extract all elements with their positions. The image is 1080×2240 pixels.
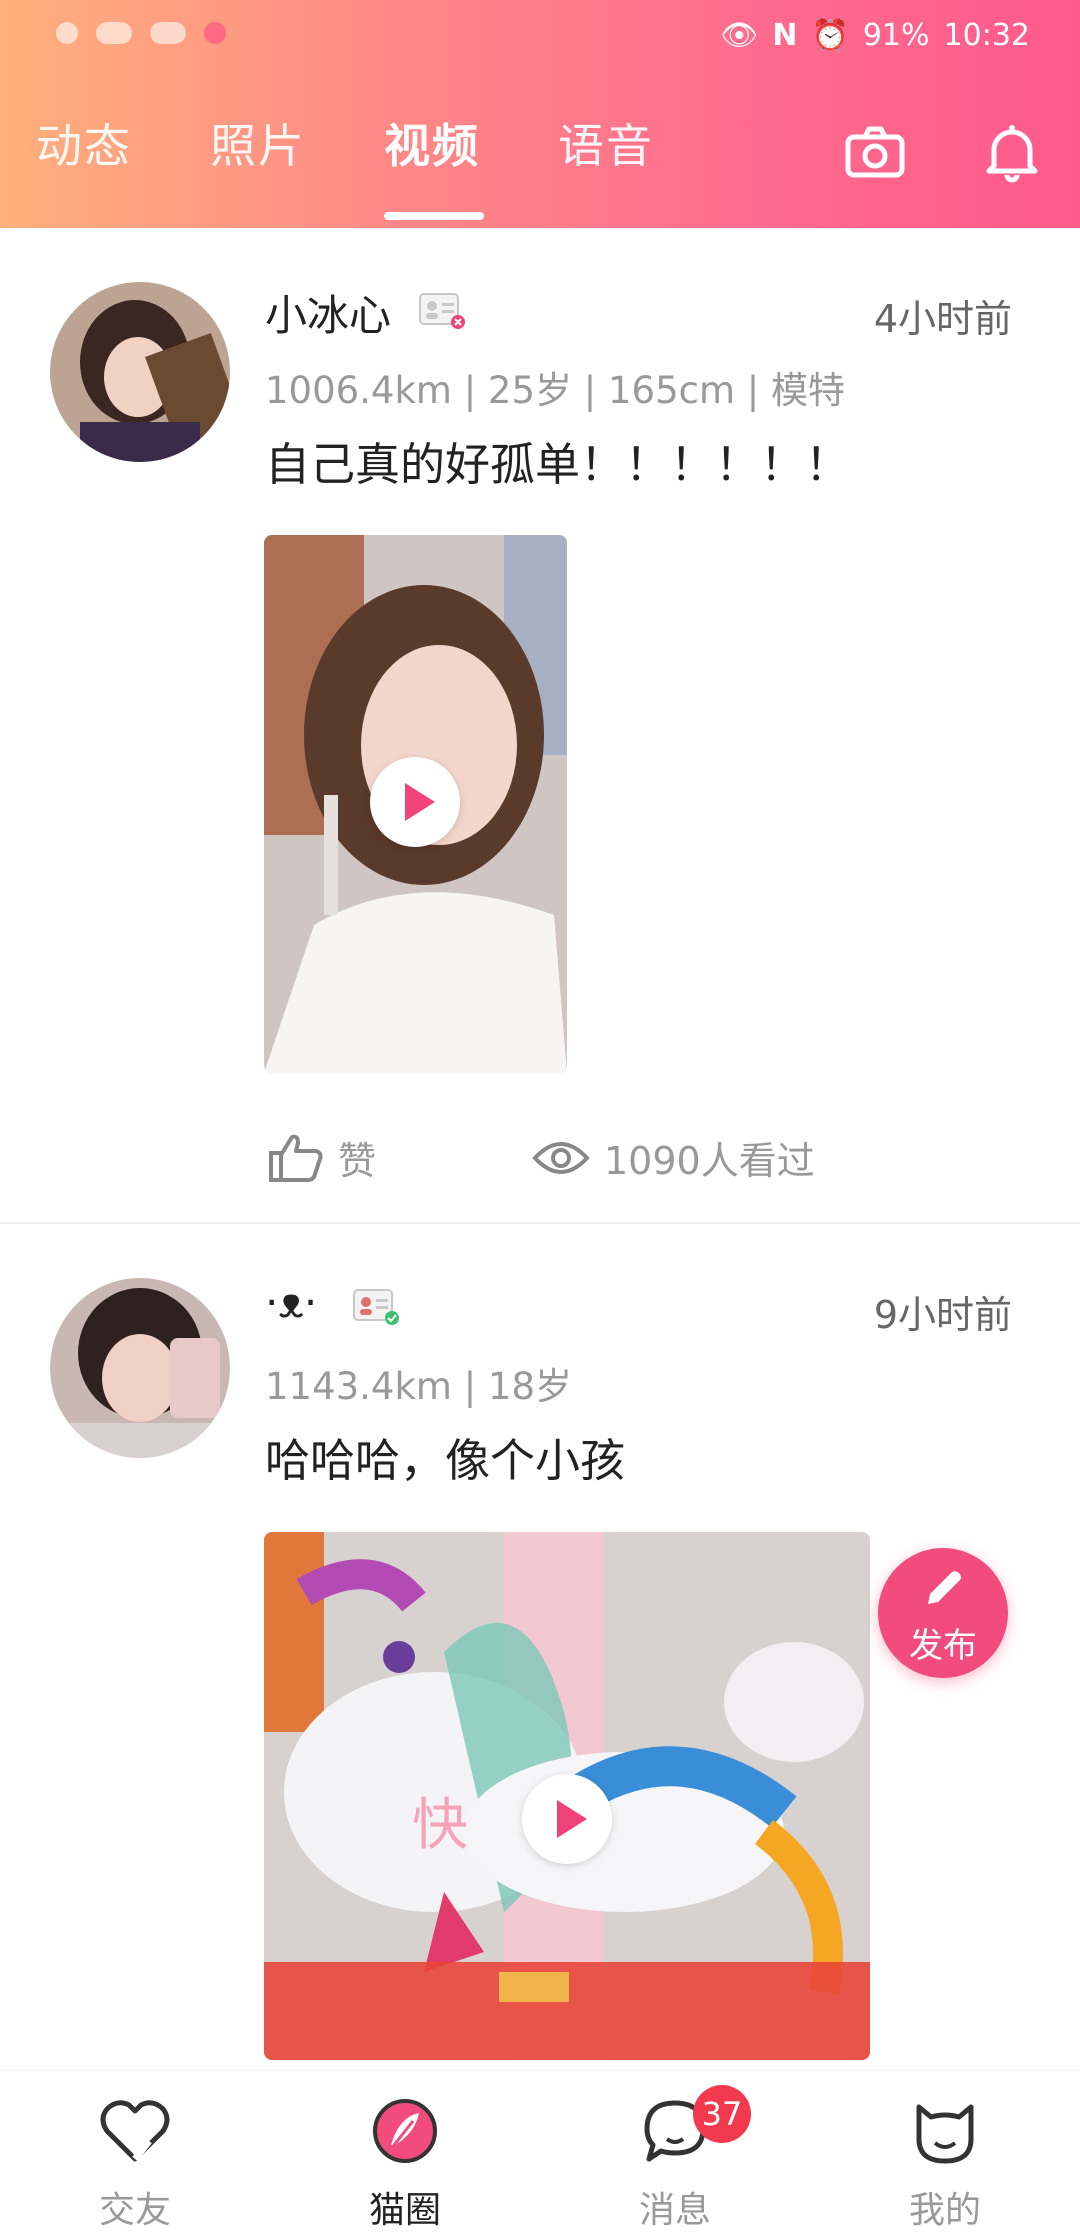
nfc-icon: N — [772, 18, 798, 53]
camera-icon[interactable] — [843, 120, 907, 184]
thumbs-up-icon — [269, 1134, 323, 1182]
signal-icon — [96, 22, 132, 44]
nav-label: 消息 — [638, 2190, 711, 2231]
nav-item-friends[interactable]: 交友 — [35, 2093, 235, 2233]
app-notification-icon — [204, 22, 226, 44]
tab-dynamic[interactable]: 动态 — [36, 110, 132, 176]
post-text: 哈哈哈，像个小孩 — [265, 1434, 626, 1487]
app-header: 👁 N ⏰ 91% 10:32 动态 照片 视频 语音 — [0, 0, 1080, 228]
video-thumbnail[interactable] — [264, 535, 567, 1073]
alarm-icon: ⏰ — [811, 18, 849, 53]
unverified-id-icon — [419, 293, 465, 329]
post-time: 9小时前 — [873, 1293, 1012, 1337]
status-bar: 👁 N ⏰ 91% 10:32 — [0, 0, 1080, 80]
publish-label: 发布 — [909, 1626, 977, 1666]
time-text: 10:32 — [943, 18, 1030, 53]
heart-icon — [100, 2100, 170, 2162]
nav-item-messages[interactable]: 消息 37 — [575, 2085, 775, 2233]
views-count: 1090人看过 — [532, 1130, 815, 1185]
post-meta: 1143.4km | 18岁 — [265, 1365, 573, 1408]
username[interactable]: ·ᴥ· — [265, 1278, 317, 1327]
active-tab-underline — [384, 212, 484, 220]
eye-icon: 👁 — [720, 18, 759, 53]
views-label: 1090人看过 — [604, 1139, 815, 1183]
video-thumbnail[interactable]: 快 — [264, 1532, 870, 2060]
tab-voice[interactable]: 语音 — [558, 110, 654, 176]
like-label: 赞 — [338, 1139, 377, 1183]
publish-button[interactable]: 发布 — [878, 1548, 1008, 1678]
eye-icon — [532, 1141, 590, 1174]
notification-dot-icon — [56, 22, 78, 44]
post-meta: 1006.4km | 25岁 | 165cm | 模特 — [265, 369, 845, 412]
tab-videos[interactable]: 视频 — [384, 110, 480, 176]
status-left-icons — [56, 22, 226, 44]
play-button[interactable] — [370, 757, 460, 847]
nav-item-me[interactable]: 我的 — [845, 2093, 1045, 2233]
bottom-nav: 交友 猫圈 消息 37 我的 — [0, 2070, 1080, 2240]
tab-photos[interactable]: 照片 — [210, 110, 306, 176]
post-text: 自己真的好孤单！！！！！！ — [265, 438, 851, 491]
unread-badge: 37 — [693, 2085, 751, 2143]
like-button[interactable]: 赞 — [268, 1130, 376, 1185]
battery-text: 91% — [862, 18, 930, 53]
nav-label: 猫圈 — [368, 2190, 441, 2231]
wifi-icon — [150, 22, 186, 44]
bell-icon[interactable] — [980, 120, 1044, 184]
video-overlay-text: 快 — [412, 1793, 468, 1858]
avatar[interactable] — [50, 282, 230, 462]
pencil-icon — [928, 1571, 961, 1604]
play-button[interactable] — [522, 1774, 612, 1864]
top-tabs: 动态 照片 视频 语音 — [0, 110, 1080, 220]
post-divider — [0, 1222, 1080, 1224]
nav-label: 我的 — [908, 2190, 981, 2231]
username[interactable]: 小冰心 — [265, 282, 391, 343]
cat-face-icon — [916, 2104, 974, 2164]
feather-circle-icon — [373, 2099, 437, 2163]
post-time: 4小时前 — [873, 297, 1012, 341]
status-right: 👁 N ⏰ 91% 10:32 — [720, 18, 1030, 53]
avatar[interactable] — [50, 1278, 230, 1458]
nav-label: 交友 — [98, 2190, 171, 2231]
verified-id-icon — [353, 1289, 399, 1325]
nav-item-cat-circle[interactable]: 猫圈 — [305, 2093, 505, 2233]
